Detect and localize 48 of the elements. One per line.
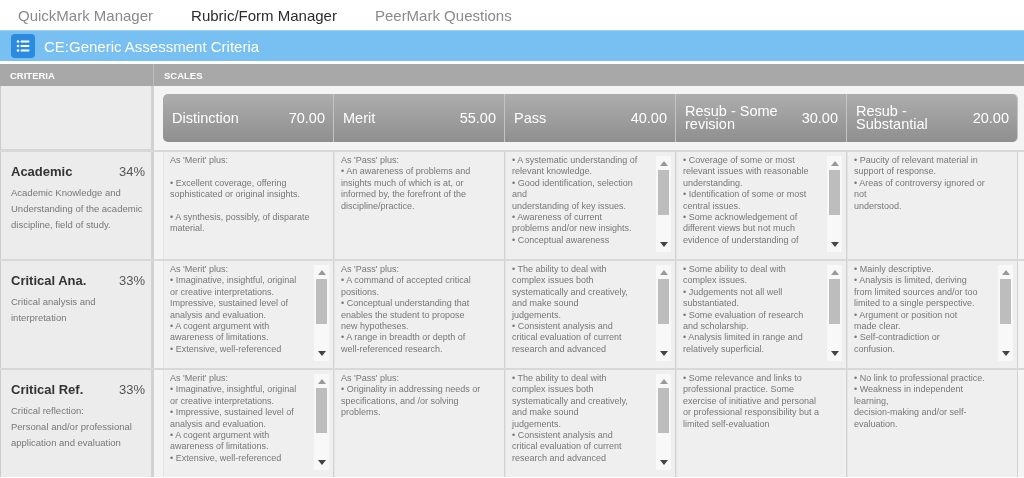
scrollbar[interactable] (998, 265, 1013, 361)
scrollbar[interactable] (656, 374, 671, 470)
tab[interactable]: PeerMark Questions (374, 6, 512, 24)
scrollbar[interactable] (314, 265, 329, 361)
rubric-title: CE:Generic Assessment Criteria (44, 37, 260, 55)
cell-text: • Some relevance and links to professional practice. Some exercise of initiative and personal or professional responsibility but a limited self-evaluation (683, 373, 821, 431)
cell-text: As 'Merit' plus: • Imaginative, insightful, original or creative interpretations. • Impressive, sustained level of analysis and evaluation. • A cogent argument with awareness of limitations. • Extensive, well-referenced (170, 373, 298, 465)
menu-icon[interactable] (11, 34, 35, 58)
scrollbar[interactable] (827, 265, 842, 361)
scale-name: Pass (514, 111, 548, 125)
scale-score: 40.00 (630, 110, 667, 126)
criterion-name: Critical Ana. (11, 273, 87, 288)
scale-name: Resub - Substantial (856, 105, 929, 131)
cell-text: As 'Pass' plus: • Originality in addressing needs or specifications, and /or solving problems. (341, 373, 482, 419)
cell-text: • A systematic understanding of relevant knowledge. • Good identification, selection and understanding of key issues. • Awareness of current problems and/or new insights. • Conceptual awareness (512, 155, 639, 247)
cell-text: • Paucity of relevant material in support of response. • Areas of controversy ignored or not understood. (854, 155, 986, 213)
scrollbar[interactable] (314, 374, 329, 470)
criterion-name: Critical Ref. (11, 382, 84, 397)
scale-score: 20.00 (972, 110, 1009, 126)
cell-text: • No link to professional practice. • Weakness in independent learning, decision-making and/or self- evaluation. (854, 373, 986, 431)
cell-text: • Some ability to deal with complex issues. • Judgements not all well substantiated. • Some evaluation of research and scholarship. • Analysis limited in range and relatively superficial. (683, 264, 805, 356)
criterion-name: Academic (11, 164, 73, 179)
criterion-description: Academic Knowledge and Understanding of the academic discipline, field of study. (11, 186, 144, 232)
scale-score: 30.00 (801, 110, 838, 126)
cell-text: • The ability to deal with complex issues both systematically and creatively, and make sound judgements. • Consistent analysis and critical evaluation of current research and advanced (512, 264, 629, 356)
cell-text: • Coverage of some or most relevant issues with reasonable understanding. • Identification of some or most central issues. • Some acknowledgement of different views but not much evidence of understanding of (683, 155, 810, 247)
tab[interactable]: QuickMark Manager (18, 6, 154, 24)
scale-score: 70.00 (288, 110, 325, 126)
column-header: SCALES (163, 68, 203, 83)
cell-text: • Mainly descriptive. • Analysis is limited, deriving from limited sources and/or too limited to a single perspective. • Argument or position not made clear. • Self-contradiction or confusion. (854, 264, 979, 356)
scale-name: Resub - Some revision (685, 105, 779, 131)
cell-text: As 'Pass' plus: • A command of accepted critical positions. • Conceptual understanding that enables the student to propose new hypotheses. • A range in breadth or depth of well-referenced research. (341, 264, 472, 356)
scrollbar[interactable] (656, 265, 671, 361)
scale-name: Merit (343, 111, 377, 125)
criterion-weight: 33% (118, 382, 145, 397)
scrollbar[interactable] (656, 156, 671, 252)
cell-text: As 'Merit' plus: • Imaginative, insightful, original or creative interpretations. Impressive, sustained level of analysis and evaluation. • A cogent argument with awareness of limitations. • Extensive, well-referenced (170, 264, 298, 356)
criterion-weight: 34% (118, 164, 145, 179)
scrollbar[interactable] (827, 156, 842, 252)
scale-score: 55.00 (459, 110, 496, 126)
criterion-weight: 33% (118, 273, 145, 288)
cell-text: As 'Merit' plus: • Excellent coverage, offering sophisticated or original insights. • A synthesis, possibly, of disparate material. (170, 155, 311, 235)
cell-text: As 'Pass' plus: • An awareness of problems and insights much of which is at, or informed by, the forefront of the discipline/practice. (341, 155, 472, 213)
criterion-description: Critical reflection: Personal and/or professional application and evaluation (11, 404, 133, 450)
cell-text: • The ability to deal with complex issues both systematically and creatively, and make sound judgements. • Consistent analysis and critical evaluation of current research and advanced (512, 373, 629, 465)
criterion-description: Critical analysis and interpretation (11, 295, 97, 325)
scale-name: Distinction (172, 111, 240, 125)
tab[interactable]: Rubric/Form Manager (191, 6, 337, 24)
